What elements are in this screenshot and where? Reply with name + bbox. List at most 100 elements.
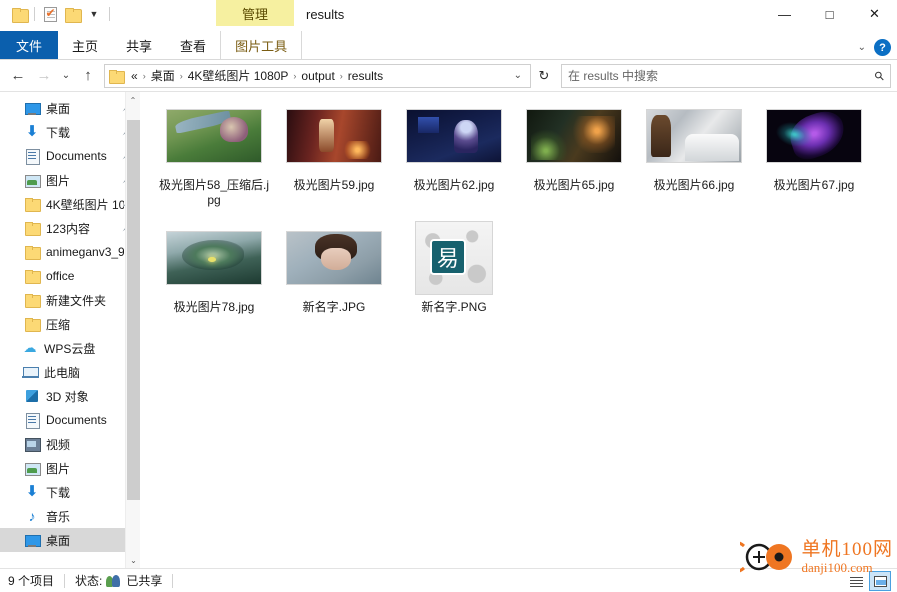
- file-name[interactable]: 极光图片67.jpg: [774, 178, 855, 193]
- sidebar-item-11[interactable]: 此电脑: [0, 360, 140, 384]
- file-list-pane[interactable]: 极光图片58_压缩后.jpg 极光图片59.jpg 极光图片62.jpg 极光图片65…: [140, 92, 897, 568]
- sidebar-item-label: 图片: [46, 173, 71, 188]
- thumbnail-wrapper: [283, 98, 385, 174]
- file-item[interactable]: 新名字.JPG: [274, 220, 394, 315]
- sidebar-item-16[interactable]: ⬇ 下载: [0, 480, 140, 504]
- sidebar-item-3[interactable]: 图片: [0, 168, 140, 192]
- scroll-up-arrow-icon[interactable]: ⌃: [126, 92, 140, 108]
- file-name[interactable]: 极光图片58_压缩后.jpg: [158, 178, 270, 208]
- sidebar-item-17[interactable]: ♪ 音乐: [0, 504, 140, 528]
- sidebar-item-14[interactable]: 视频: [0, 432, 140, 456]
- explorer-body: 桌面 ⬇ 下载 Documents 图片 4K壁纸图片 1080P 123内容 animega…: [0, 91, 897, 568]
- search-input[interactable]: [568, 68, 876, 83]
- sidebar-item-2[interactable]: Documents: [0, 144, 140, 168]
- thumbnail-wrapper: [523, 98, 625, 174]
- file-item[interactable]: 极光图片62.jpg: [394, 98, 514, 208]
- back-button[interactable]: ←: [6, 64, 30, 88]
- scrollbar-thumb[interactable]: [127, 120, 140, 500]
- sidebar-item-8[interactable]: 新建文件夹: [0, 288, 140, 312]
- help-button[interactable]: ?: [874, 39, 891, 56]
- maximize-button[interactable]: □: [807, 0, 852, 28]
- breadcrumb-dropdown-icon[interactable]: ⌄: [508, 70, 528, 81]
- file-item[interactable]: 极光图片66.jpg: [634, 98, 754, 208]
- file-thumbnail: [286, 109, 382, 163]
- tab-picture-tools[interactable]: 图片工具: [220, 31, 303, 59]
- file-name[interactable]: 极光图片62.jpg: [414, 178, 495, 193]
- sidebar-item-label: 此电脑: [44, 365, 81, 380]
- sidebar-item-label: 音乐: [46, 509, 71, 524]
- sidebar-item-18[interactable]: 桌面: [0, 528, 140, 552]
- documents-icon: [24, 148, 40, 165]
- file-item[interactable]: 极光图片59.jpg: [274, 98, 394, 208]
- download-icon: ⬇: [25, 123, 39, 140]
- file-name[interactable]: 极光图片66.jpg: [654, 178, 735, 193]
- thumbnail-wrapper: [163, 98, 265, 174]
- navigation-scrollbar[interactable]: ⌃ ⌄: [125, 92, 140, 568]
- sidebar-item-9[interactable]: 压缩: [0, 312, 140, 336]
- tab-view[interactable]: 查看: [166, 31, 220, 59]
- sidebar-item-4[interactable]: 4K壁纸图片 1080P: [0, 192, 140, 216]
- up-button[interactable]: ↑: [76, 64, 100, 88]
- breadcrumb-separator-icon-3: ›: [293, 70, 297, 81]
- folder-icon[interactable]: [8, 3, 30, 25]
- sidebar-item-label: 123内容: [46, 221, 91, 236]
- folder-icon: [24, 244, 41, 260]
- collapse-ribbon-chevron-icon[interactable]: ⌄: [858, 42, 866, 53]
- file-item[interactable]: 极光图片78.jpg: [154, 220, 274, 315]
- sidebar-item-12[interactable]: 3D 对象: [0, 384, 140, 408]
- breadcrumb-item-desktop[interactable]: 桌面: [148, 67, 178, 84]
- file-item[interactable]: 极光图片58_压缩后.jpg: [154, 98, 274, 208]
- tab-home[interactable]: 主页: [58, 31, 112, 59]
- file-thumbnail: [406, 109, 502, 163]
- new-folder-icon[interactable]: [61, 3, 83, 25]
- sidebar-item-0[interactable]: 桌面: [0, 96, 140, 120]
- refresh-button[interactable]: ↻: [533, 64, 555, 88]
- breadcrumb-item-output[interactable]: output: [298, 69, 337, 83]
- breadcrumb[interactable]: « › 桌面 › 4K壁纸图片 1080P › output › results…: [104, 63, 531, 88]
- folder-icon: [24, 196, 41, 212]
- recent-locations-chevron-icon[interactable]: ⌄: [58, 64, 74, 88]
- breadcrumb-folder-icon: [109, 69, 125, 84]
- file-name[interactable]: 极光图片59.jpg: [294, 178, 375, 193]
- sidebar-item-label: 下载: [46, 485, 71, 500]
- file-item[interactable]: 极光图片65.jpg: [514, 98, 634, 208]
- tab-share[interactable]: 共享: [112, 31, 166, 59]
- properties-icon[interactable]: [39, 3, 61, 25]
- details-view-button[interactable]: [845, 571, 867, 591]
- large-icons-view-button[interactable]: [869, 571, 891, 591]
- breadcrumb-item-results[interactable]: results: [345, 69, 386, 83]
- file-name[interactable]: 极光图片65.jpg: [534, 178, 615, 193]
- sidebar-item-15[interactable]: 图片: [0, 456, 140, 480]
- logo-badge: 易: [429, 239, 467, 276]
- breadcrumb-item-wallpapers[interactable]: 4K壁纸图片 1080P: [185, 67, 292, 84]
- breadcrumb-overflow[interactable]: «: [128, 69, 141, 83]
- sidebar-item-5[interactable]: 123内容: [0, 216, 140, 240]
- sidebar-item-1[interactable]: ⬇ 下载: [0, 120, 140, 144]
- forward-button[interactable]: →: [32, 64, 56, 88]
- desktop-icon: [24, 100, 41, 116]
- ribbon-tab-bar: 文件 主页 共享 查看 图片工具 ⌄ ?: [0, 28, 897, 60]
- sidebar-item-13[interactable]: Documents: [0, 408, 140, 432]
- documents-icon: [24, 412, 40, 429]
- close-button[interactable]: ✕: [852, 0, 897, 28]
- file-item[interactable]: 易新名字.PNG: [394, 220, 514, 315]
- tab-file[interactable]: 文件: [0, 31, 59, 59]
- toolbar-divider: [34, 7, 35, 21]
- customize-chevron-icon[interactable]: ▼: [83, 3, 105, 25]
- minimize-button[interactable]: —: [762, 0, 807, 28]
- contextual-tab-header[interactable]: 管理: [216, 0, 294, 26]
- file-name[interactable]: 新名字.PNG: [421, 300, 486, 315]
- sidebar-item-label: Documents: [46, 413, 107, 427]
- thumbnail-wrapper: [763, 98, 865, 174]
- view-toggle-group: [845, 571, 891, 591]
- sidebar-item-6[interactable]: animeganv3_931: [0, 240, 140, 264]
- file-name[interactable]: 极光图片78.jpg: [174, 300, 255, 315]
- sidebar-item-10[interactable]: ☁ WPS云盘: [0, 336, 140, 360]
- file-item[interactable]: 极光图片67.jpg: [754, 98, 874, 208]
- file-name[interactable]: 新名字.JPG: [303, 300, 366, 315]
- sidebar-item-7[interactable]: office: [0, 264, 140, 288]
- thumbnail-wrapper: [643, 98, 745, 174]
- search-box[interactable]: ⚲: [561, 63, 891, 88]
- scroll-down-arrow-icon[interactable]: ⌄: [126, 552, 140, 568]
- thumbnail-wrapper: [163, 220, 265, 296]
